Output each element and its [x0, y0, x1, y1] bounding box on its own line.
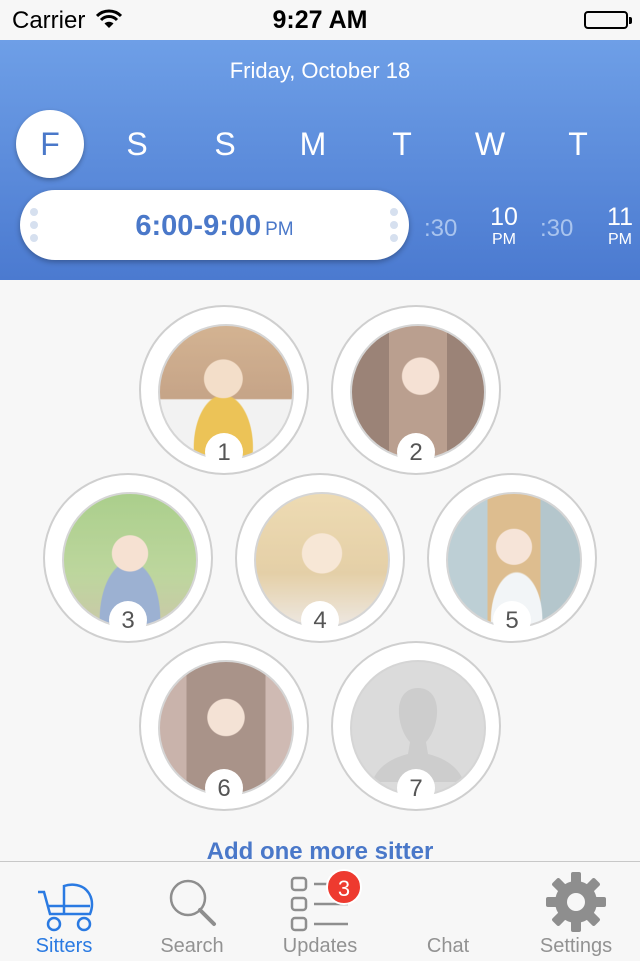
sitter-number: 5 — [493, 601, 531, 639]
tab-sitters[interactable]: Sitters — [0, 862, 128, 961]
sitter-number: 2 — [397, 433, 435, 471]
tab-bar: Sitters Search 3 Updates Chat Settings — [0, 861, 640, 961]
timeline-hour-number: 11 — [607, 203, 633, 231]
schedule-header: Friday, October 18 F S S M T W T 6:00-9:… — [0, 40, 640, 280]
stroller-icon — [38, 883, 94, 932]
tab-search[interactable]: Search — [128, 862, 256, 961]
sitter-slot-3[interactable]: 3 — [43, 473, 213, 643]
day-sunday[interactable]: S — [191, 110, 259, 178]
time-range-label: 6:00-9:00 PM — [20, 210, 409, 243]
day-saturday[interactable]: S — [103, 110, 171, 178]
tab-chat[interactable]: Chat — [384, 862, 512, 961]
tab-label: Sitters — [35, 935, 93, 957]
timeline-hour-number: 10 — [490, 203, 518, 231]
tab-label: Settings — [539, 935, 613, 957]
sitter-number: 1 — [205, 433, 243, 471]
timeline-hour-ampm: PM — [492, 231, 516, 248]
status-time: 9:27 AM — [272, 6, 368, 34]
status-bar: Carrier 9:27 AM — [0, 0, 640, 40]
timeline-hour-ampm: PM — [608, 231, 632, 248]
timeline-hour: 11 PM — [600, 203, 640, 249]
sitter-slot-2[interactable]: 2 — [331, 305, 501, 475]
sitter-slot-5[interactable]: 5 — [427, 473, 597, 643]
sitter-slot-1[interactable]: 1 — [139, 305, 309, 475]
search-icon — [169, 879, 216, 926]
end-drag-handle[interactable] — [390, 208, 400, 242]
tab-label: Chat — [426, 935, 470, 957]
timeline-tick: :30 — [424, 215, 458, 242]
gear-icon — [546, 872, 606, 932]
day-friday[interactable]: F — [16, 110, 84, 178]
time-range-slider[interactable]: 6:00-9:00 PM — [20, 190, 409, 260]
time-range-value: 6:00-9:00 — [135, 210, 262, 242]
timeline-tick: :30 — [540, 215, 574, 242]
sitter-slot-6[interactable]: 6 — [139, 641, 309, 811]
day-tuesday[interactable]: T — [368, 110, 436, 178]
day-thursday[interactable]: T — [544, 110, 612, 178]
sitter-slot-7[interactable]: 7 — [331, 641, 501, 811]
sitter-slot-4[interactable]: 4 — [235, 473, 405, 643]
tab-updates[interactable]: 3 Updates — [256, 862, 384, 961]
tab-settings[interactable]: Settings — [512, 862, 640, 961]
list-icon — [290, 876, 348, 932]
sitter-number: 7 — [397, 769, 435, 807]
sitter-number: 3 — [109, 601, 147, 639]
day-monday[interactable]: M — [279, 110, 347, 178]
battery-icon — [584, 11, 632, 29]
tab-label: Search — [160, 935, 224, 957]
date-label: Friday, October 18 — [229, 58, 411, 83]
updates-badge: 3 — [326, 869, 362, 905]
time-range-suffix: PM — [265, 219, 294, 240]
day-wednesday[interactable]: W — [456, 110, 524, 178]
timeline-hour: 10 PM — [484, 203, 524, 249]
sitter-number: 6 — [205, 769, 243, 807]
sitter-number: 4 — [301, 601, 339, 639]
tab-label: Updates — [282, 935, 358, 957]
